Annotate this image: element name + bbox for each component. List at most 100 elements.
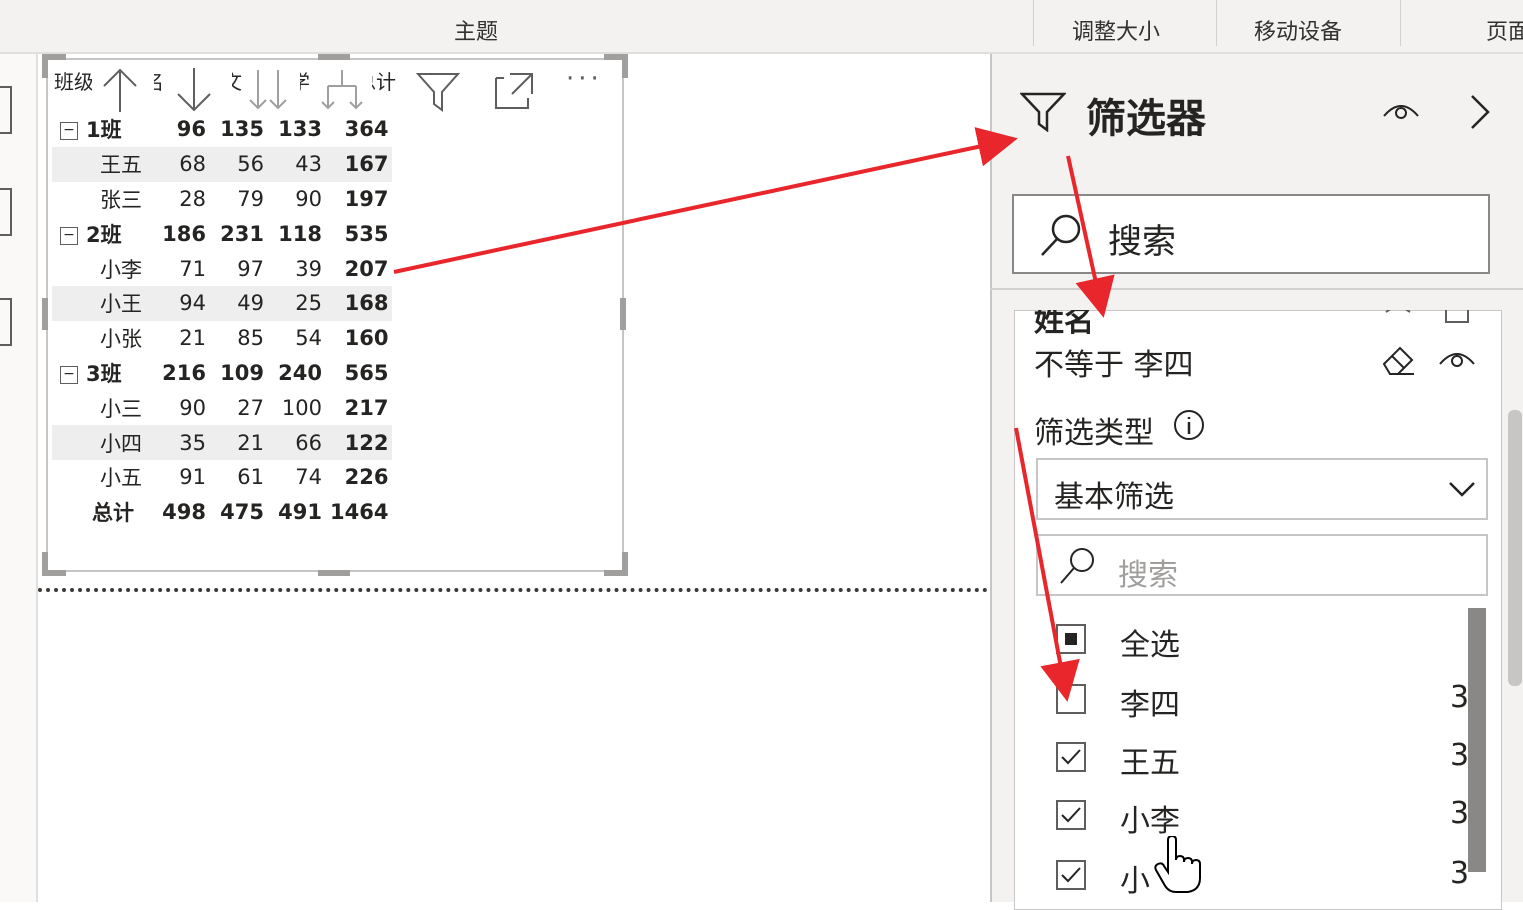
row-label: 1班	[86, 118, 122, 143]
filter-item-label: 小	[1120, 864, 1150, 899]
matrix-detail-row[interactable]: 小四 35 21 66 122	[52, 425, 393, 460]
cell-v2: 85	[237, 326, 264, 351]
item-checkbox[interactable]	[1056, 800, 1086, 830]
filter-list-scrollbar[interactable]	[1468, 608, 1486, 872]
cell-v2: 49	[210, 285, 268, 321]
item-checkbox[interactable]	[1056, 742, 1086, 772]
lock-icon[interactable]	[1444, 310, 1470, 324]
cell-v2: 135	[220, 117, 264, 142]
cell-v1: 498	[162, 500, 206, 525]
data-view-icon[interactable]	[0, 188, 12, 236]
select-all-checkbox[interactable]	[1056, 624, 1086, 654]
matrix-detail-row[interactable]: 小五 91 61 74 226	[52, 460, 392, 495]
expand-hierarchy-icon[interactable]	[320, 68, 364, 114]
matrix-group-row[interactable]: −1班 96 135 133 364	[52, 112, 392, 147]
ribbon-group-page[interactable]: 页面	[1486, 14, 1523, 46]
collapse-row-icon[interactable]: −	[60, 365, 78, 384]
resize-handle[interactable]	[620, 298, 626, 330]
collapse-row-icon[interactable]: −	[60, 122, 78, 141]
filter-item-label: 小李	[1120, 804, 1180, 839]
cell-v1: 91	[179, 465, 206, 490]
resize-handle[interactable]	[42, 298, 48, 330]
resize-handle[interactable]	[622, 54, 628, 78]
cell-v3: 66	[268, 425, 326, 460]
matrix-total-row[interactable]: 总计 498 475 491 1464	[52, 495, 392, 530]
model-view-icon[interactable]	[0, 298, 12, 346]
cell-v1: 96	[176, 117, 206, 142]
row-label: 3班	[86, 361, 122, 386]
cell-total: 535	[344, 221, 389, 246]
cell-v3: 74	[295, 465, 322, 490]
ribbon-separator	[1216, 0, 1217, 46]
column-header-class[interactable]: 班级	[54, 66, 92, 95]
matrix-detail-row[interactable]: 小三 90 27 100 217	[52, 390, 392, 425]
filter-list-item[interactable]: 王五 3	[1056, 738, 1476, 781]
matrix-detail-row[interactable]: 张三 28 79 90 197	[52, 182, 392, 217]
cell-v1: 71	[179, 256, 206, 281]
filter-list-item[interactable]: 小3	[1056, 856, 1476, 899]
cell-v3: 39	[295, 256, 322, 281]
ribbon-group-theme[interactable]: 主题	[454, 14, 498, 46]
eye-icon[interactable]	[1382, 98, 1420, 124]
cell-v3: 90	[295, 186, 322, 211]
pane-divider	[990, 288, 1523, 290]
matrix-table: −1班 96 135 133 364 王五 68 56 43 167 张三 28 79 90 197−2班 1…	[52, 112, 393, 530]
cell-total: 167	[326, 146, 393, 182]
resize-handle[interactable]	[318, 570, 350, 576]
item-checkbox[interactable]	[1056, 684, 1086, 714]
card-eye-icon[interactable]	[1438, 346, 1476, 372]
clear-filter-eraser-icon[interactable]	[1380, 344, 1416, 376]
collapse-row-icon[interactable]: −	[60, 226, 78, 245]
resize-handle[interactable]	[622, 552, 628, 576]
collapse-pane-chevron-icon[interactable]	[1468, 94, 1492, 130]
cell-v2: 21	[210, 425, 268, 460]
checkmark-icon	[1061, 807, 1081, 823]
filter-condition-text: 不等于 李四	[1034, 348, 1194, 383]
matrix-detail-row[interactable]: 王五 68 56 43 167	[52, 146, 393, 182]
matrix-detail-row[interactable]: 小李 71 97 39 207	[52, 251, 392, 286]
cell-v2: 79	[237, 186, 264, 211]
drill-down-icon[interactable]	[246, 66, 290, 114]
cell-v3: 133	[278, 117, 322, 142]
focus-mode-icon[interactable]	[494, 72, 534, 110]
ribbon-group-resize[interactable]: 调整大小	[1072, 14, 1160, 46]
column-header-name[interactable]: 姓名	[154, 66, 164, 95]
page-boundary-line	[38, 588, 988, 592]
filter-list-item[interactable]: 小李 3	[1056, 796, 1476, 839]
filter-list-item[interactable]: 李四 3	[1056, 680, 1476, 723]
matrix-group-row[interactable]: −3班 216 109 240 565	[52, 356, 392, 391]
resize-handle[interactable]	[42, 552, 48, 576]
cell-v2: 109	[220, 360, 264, 385]
checkmark-icon	[1061, 867, 1081, 883]
column-header-total[interactable]: 总计	[372, 66, 396, 95]
matrix-detail-row[interactable]: 小张 21 85 54 160	[52, 321, 392, 356]
column-header-chinese[interactable]: 语文	[232, 66, 242, 95]
filter-pane-scrollbar[interactable]	[1508, 410, 1522, 686]
column-header-math[interactable]: 数学	[300, 66, 310, 95]
ribbon: 主题 调整大小 移动设备 页面	[0, 0, 1523, 54]
cell-total: 217	[344, 395, 389, 420]
matrix-group-row[interactable]: −2班 186 231 118 535	[52, 216, 392, 251]
item-checkbox[interactable]	[1056, 860, 1086, 890]
resize-handle[interactable]	[42, 54, 48, 78]
hand-cursor-icon	[1154, 836, 1201, 893]
info-icon[interactable]	[1172, 408, 1206, 442]
resize-handle[interactable]	[318, 54, 350, 60]
row-label: 总计	[92, 501, 134, 526]
ribbon-group-mobile[interactable]: 移动设备	[1254, 14, 1342, 46]
filter-type-dropdown[interactable]: 基本筛选	[1036, 458, 1488, 520]
row-label: 小张	[100, 327, 142, 352]
filter-list-search-input[interactable]: 搜索	[1036, 534, 1488, 596]
sort-descending-icon[interactable]	[174, 66, 214, 114]
more-options-icon[interactable]: ···	[566, 64, 603, 94]
matrix-detail-row[interactable]: 小王 94 49 25 168	[52, 285, 393, 321]
filter-search-input[interactable]: 搜索	[1012, 194, 1490, 274]
filter-icon[interactable]	[416, 72, 460, 112]
filter-item-count: 3	[1450, 680, 1470, 715]
sort-ascending-icon[interactable]	[100, 66, 140, 114]
report-view-icon[interactable]	[0, 86, 12, 134]
cell-v1: 186	[162, 221, 206, 246]
visual-header: 班级 姓名 语文 数学 总计 ···	[52, 62, 622, 114]
collapse-card-chevron-icon[interactable]	[1382, 310, 1414, 320]
filter-list-item[interactable]: 全选	[1056, 620, 1476, 663]
